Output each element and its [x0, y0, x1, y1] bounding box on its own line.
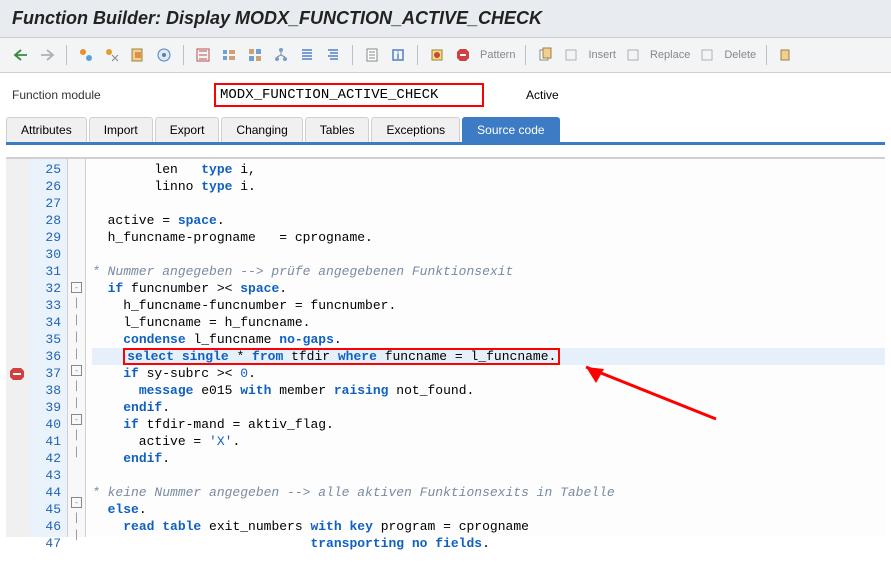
function-module-row: Function module MODX_FUNCTION_ACTIVE_CHE… — [0, 73, 891, 113]
activate-icon[interactable] — [127, 44, 149, 66]
hierarchy-icon[interactable] — [270, 44, 292, 66]
title-bar: Function Builder: Display MODX_FUNCTION_… — [0, 0, 891, 38]
other-object-icon[interactable] — [361, 44, 383, 66]
delete-button[interactable]: Delete — [724, 49, 756, 61]
function-module-value[interactable]: MODX_FUNCTION_ACTIVE_CHECK — [214, 83, 484, 107]
replace-block-icon[interactable] — [622, 44, 644, 66]
stop-icon[interactable] — [452, 44, 474, 66]
nav-icon[interactable] — [244, 44, 266, 66]
where-used-icon[interactable] — [192, 44, 214, 66]
svg-text:i: i — [397, 51, 400, 62]
tab-attributes[interactable]: Attributes — [6, 117, 87, 142]
tab-changing[interactable]: Changing — [221, 117, 302, 142]
replace-button[interactable]: Replace — [650, 49, 690, 61]
tab-import[interactable]: Import — [89, 117, 153, 142]
forward-icon[interactable] — [36, 44, 58, 66]
tab-strip: Attributes Import Export Changing Tables… — [6, 117, 885, 145]
more-icon[interactable] — [775, 44, 797, 66]
help-icon[interactable]: i — [387, 44, 409, 66]
copy-icon[interactable] — [534, 44, 556, 66]
breakpoint-icon[interactable] — [426, 44, 448, 66]
page-title: Function Builder: Display MODX_FUNCTION_… — [12, 8, 542, 28]
tab-export[interactable]: Export — [155, 117, 220, 142]
line-number-gutter: 2526272829303132333435363738394041424344… — [30, 159, 68, 537]
tab-tables[interactable]: Tables — [305, 117, 370, 142]
pattern-button[interactable]: Pattern — [480, 49, 515, 61]
code-area[interactable]: len type i, linno type i. active = space… — [86, 159, 885, 537]
status-label: Active — [526, 88, 559, 102]
toolbar: i Pattern Insert Replace Delete — [0, 38, 891, 73]
function-module-label: Function module — [12, 88, 202, 102]
check-icon[interactable] — [101, 44, 123, 66]
fold-gutter[interactable]: -││││-││-││-││ — [68, 159, 86, 537]
tab-source-code[interactable]: Source code — [462, 117, 559, 142]
insert-block-icon[interactable] — [560, 44, 582, 66]
delete-block-icon[interactable] — [696, 44, 718, 66]
toggle-icon[interactable] — [322, 44, 344, 66]
breakpoint-marker-icon[interactable] — [9, 367, 33, 384]
display-object-icon[interactable] — [75, 44, 97, 66]
code-editor[interactable]: 2526272829303132333435363738394041424344… — [6, 157, 885, 537]
tab-exceptions[interactable]: Exceptions — [371, 117, 460, 142]
back-icon[interactable] — [10, 44, 32, 66]
object-list-icon[interactable] — [218, 44, 240, 66]
insert-button[interactable]: Insert — [588, 49, 616, 61]
outline-icon[interactable] — [296, 44, 318, 66]
execute-icon[interactable] — [153, 44, 175, 66]
breakpoint-gutter[interactable] — [6, 159, 30, 537]
